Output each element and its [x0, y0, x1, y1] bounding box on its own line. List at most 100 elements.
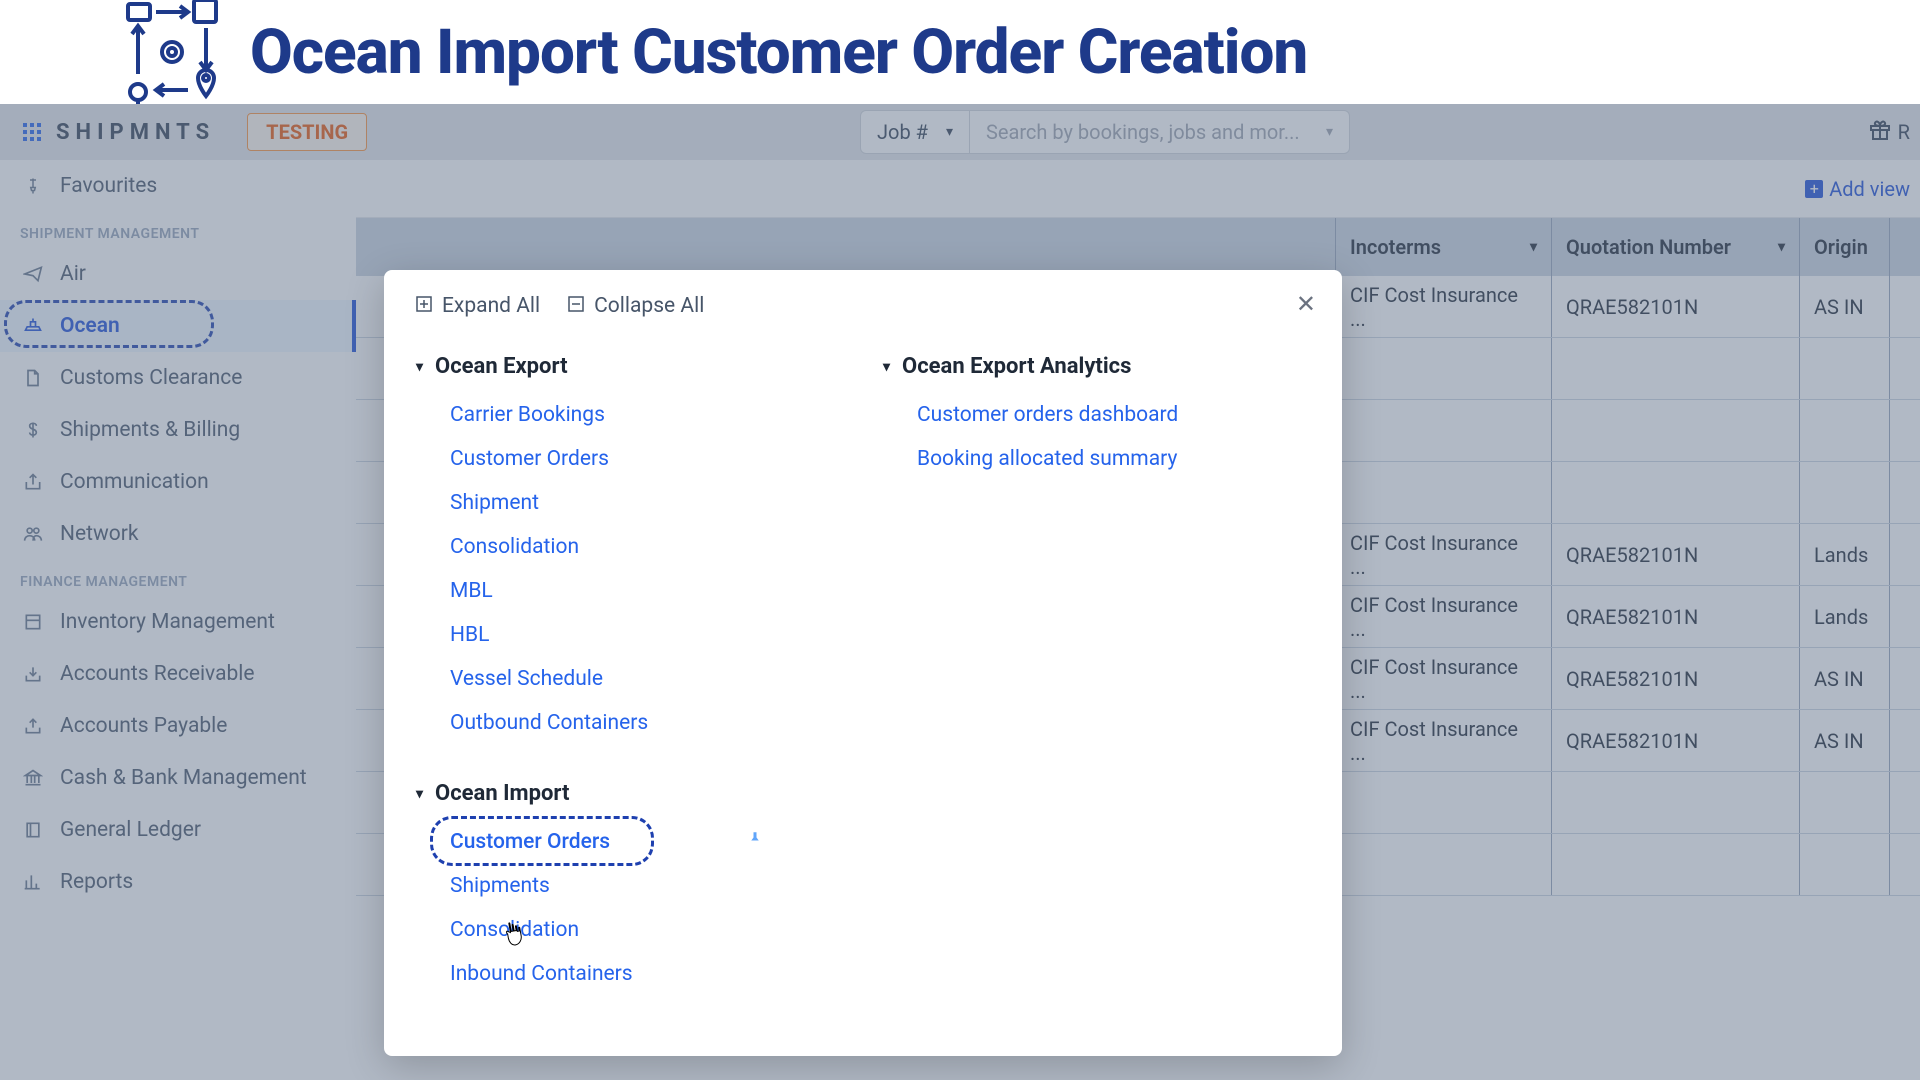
- job-type-select[interactable]: Job # ▾: [860, 110, 970, 154]
- link-customer-dashboard[interactable]: Customer orders dashboard: [883, 393, 1310, 437]
- td-quote: [1552, 834, 1800, 895]
- link-consolidation-export[interactable]: Consolidation: [416, 525, 843, 569]
- td-incoterms: [1336, 462, 1552, 523]
- sidebar-label: Communication: [60, 470, 209, 494]
- collapse-all-button[interactable]: Collapse All: [568, 294, 704, 318]
- ocean-submenu-popover: Expand All Collapse All ✕ ▾ Ocean Export…: [384, 270, 1342, 1056]
- chevron-down-icon: ▾: [946, 124, 953, 140]
- sidebar-item-air[interactable]: Air: [0, 248, 356, 300]
- sidebar-item-ar[interactable]: Accounts Receivable: [0, 648, 356, 700]
- link-shipments-import[interactable]: Shipments: [416, 864, 843, 908]
- app-toolbar: SHIPMNTS TESTING Job # ▾ Search by booki…: [0, 104, 1920, 160]
- book-icon: [22, 819, 44, 841]
- td-origin: [1800, 462, 1890, 523]
- sidebar-item-network[interactable]: Network: [0, 508, 356, 560]
- bank-icon: [22, 767, 44, 789]
- th-label: Incoterms: [1350, 235, 1441, 259]
- sidebar-favourites[interactable]: Favourites: [0, 160, 356, 212]
- chevron-down-icon: ▾: [1530, 239, 1537, 255]
- group-title-analytics[interactable]: ▾ Ocean Export Analytics: [883, 354, 1310, 379]
- global-search-input[interactable]: Search by bookings, jobs and mor... ▾: [970, 110, 1350, 154]
- td-origin: [1800, 400, 1890, 461]
- sidebar-section-shipment: SHIPMENT MANAGEMENT: [0, 212, 356, 248]
- sidebar-item-cashbank[interactable]: Cash & Bank Management: [0, 752, 356, 804]
- link-hbl[interactable]: HBL: [416, 613, 843, 657]
- close-button[interactable]: ✕: [1296, 290, 1316, 318]
- td-quote: [1552, 772, 1800, 833]
- td-incoterms: [1336, 772, 1552, 833]
- link-vessel-schedule[interactable]: Vessel Schedule: [416, 657, 843, 701]
- link-consolidation-import[interactable]: Consolidation: [416, 908, 843, 952]
- th-origin[interactable]: Origin: [1800, 218, 1890, 276]
- link-label: Vessel Schedule: [450, 667, 603, 691]
- link-inbound-containers[interactable]: Inbound Containers: [416, 952, 843, 996]
- group-title-ocean-export[interactable]: ▾ Ocean Export: [416, 354, 843, 379]
- gift-icon[interactable]: [1868, 118, 1892, 147]
- link-mbl[interactable]: MBL: [416, 569, 843, 613]
- chevron-down-icon: ▾: [883, 359, 890, 375]
- expand-all-button[interactable]: Expand All: [416, 294, 540, 318]
- rewards-label[interactable]: R: [1898, 120, 1910, 144]
- td-incoterms: CIF Cost Insurance ...: [1336, 586, 1552, 647]
- favourites-label: Favourites: [60, 174, 157, 198]
- people-icon: [22, 523, 44, 545]
- sidebar-item-communication[interactable]: Communication: [0, 456, 356, 508]
- link-shipment[interactable]: Shipment: [416, 481, 843, 525]
- sidebar-item-ap[interactable]: Accounts Payable: [0, 700, 356, 752]
- td-incoterms: CIF Cost Insurance ...: [1336, 710, 1552, 771]
- link-booking-summary[interactable]: Booking allocated summary: [883, 437, 1310, 481]
- ship-icon: [22, 315, 44, 337]
- group-title-ocean-import[interactable]: ▾ Ocean Import: [416, 781, 843, 806]
- app-grid-icon[interactable]: [20, 120, 44, 144]
- page-banner: Ocean Import Customer Order Creation: [0, 0, 1920, 104]
- td-incoterms: CIF Cost Insurance ...: [1336, 276, 1552, 337]
- td-incoterms: [1336, 400, 1552, 461]
- group-label: Ocean Export Analytics: [902, 354, 1131, 379]
- table-header-row: Incoterms ▾ Quotation Number▾ Origin: [356, 218, 1920, 276]
- collapse-icon: [568, 294, 584, 318]
- sidebar-label: Air: [60, 262, 86, 286]
- td-quote: [1552, 400, 1800, 461]
- sidebar-item-ledger[interactable]: General Ledger: [0, 804, 356, 856]
- expand-icon: [416, 294, 432, 318]
- sidebar-label: Accounts Receivable: [60, 662, 255, 686]
- sidebar-item-ocean[interactable]: Ocean: [0, 300, 356, 352]
- link-label: Customer orders dashboard: [917, 403, 1178, 427]
- pin-icon[interactable]: [746, 830, 764, 854]
- td-quote: QRAE582101N: [1552, 710, 1800, 771]
- link-label: HBL: [450, 623, 489, 647]
- logistics-flow-icon: [120, 0, 224, 104]
- group-ocean-export-analytics: ▾ Ocean Export Analytics Customer orders…: [883, 354, 1310, 481]
- app-frame: SHIPMNTS TESTING Job # ▾ Search by booki…: [0, 104, 1920, 1080]
- pin-icon: [22, 175, 44, 197]
- link-carrier-bookings[interactable]: Carrier Bookings: [416, 393, 843, 437]
- link-customer-orders-import[interactable]: Customer Orders: [416, 820, 843, 864]
- td-origin: AS IN: [1800, 276, 1890, 337]
- sidebar-label: Network: [60, 522, 139, 546]
- sidebar-label: Reports: [60, 870, 133, 894]
- brand-label: SHIPMNTS: [56, 120, 215, 145]
- sidebar-item-reports[interactable]: Reports: [0, 856, 356, 908]
- sidebar-item-customs[interactable]: Customs Clearance: [0, 352, 356, 404]
- document-icon: [22, 367, 44, 389]
- th-label: Origin: [1814, 235, 1868, 259]
- chevron-down-icon: ▾: [1326, 124, 1333, 140]
- popover-col-left: ▾ Ocean Export Carrier Bookings Customer…: [416, 354, 843, 1032]
- link-label: Shipment: [450, 491, 539, 515]
- td-quote: QRAE582101N: [1552, 586, 1800, 647]
- link-customer-orders-export[interactable]: Customer Orders: [416, 437, 843, 481]
- sidebar-item-shipbill[interactable]: Shipments & Billing: [0, 404, 356, 456]
- group-ocean-export: ▾ Ocean Export Carrier Bookings Customer…: [416, 354, 843, 745]
- td-incoterms: CIF Cost Insurance ...: [1336, 524, 1552, 585]
- th-incoterms[interactable]: Incoterms ▾: [1336, 218, 1552, 276]
- sidebar-nav: Favourites SHIPMENT MANAGEMENT Air Ocean…: [0, 160, 356, 1080]
- add-view-button[interactable]: + Add view: [1805, 177, 1910, 201]
- link-outbound-containers[interactable]: Outbound Containers: [416, 701, 843, 745]
- th-quote[interactable]: Quotation Number▾: [1552, 218, 1800, 276]
- sidebar-item-inventory[interactable]: Inventory Management: [0, 596, 356, 648]
- link-label: MBL: [450, 579, 493, 603]
- sidebar-label: Shipments & Billing: [60, 418, 240, 442]
- search-group: Job # ▾ Search by bookings, jobs and mor…: [860, 110, 1350, 154]
- td-incoterms: [1336, 338, 1552, 399]
- toolbar-right: R: [1868, 118, 1910, 147]
